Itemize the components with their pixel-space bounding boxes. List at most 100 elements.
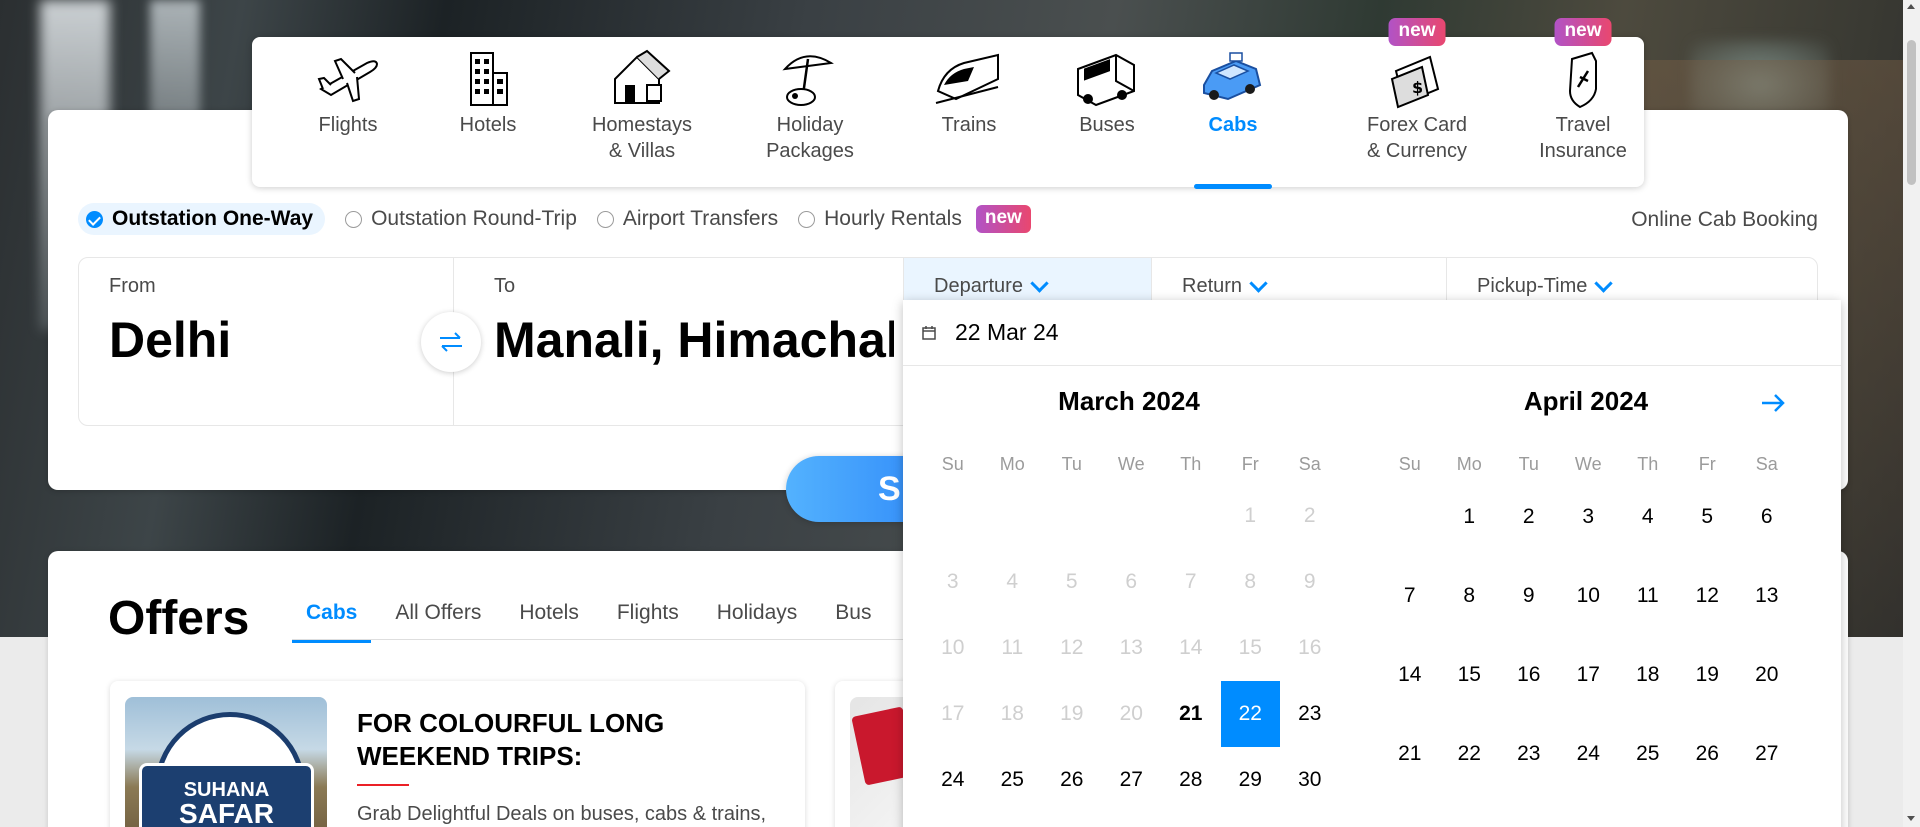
calendar-day[interactable]: 12 [1678, 556, 1738, 635]
offer-title: FOR COLOURFUL LONG WEEKEND TRIPS: [357, 708, 665, 771]
calendar-day-selected[interactable]: 22 [1220, 681, 1280, 747]
calendar-month: March 2024 Su Mo Tu We Th Fr Sa 12345678… [923, 386, 1335, 813]
calendar-day[interactable]: 21 [1161, 681, 1221, 747]
calendar-day[interactable]: 23 [1280, 681, 1340, 747]
calendar-day[interactable]: 11 [1618, 556, 1678, 635]
cab-icon [1203, 52, 1262, 101]
calendar-day[interactable]: 19 [1678, 635, 1738, 714]
calendar-day[interactable]: 4 [1618, 477, 1678, 556]
date-input[interactable]: 22 Mar 24 [903, 300, 1841, 366]
calendar-day[interactable]: 1 [1440, 477, 1500, 556]
departure-label: Departure [934, 275, 1023, 297]
nav-item-flights[interactable]: Flights [278, 37, 418, 187]
nav-item-trains[interactable]: Trains [894, 37, 1044, 187]
offer-image [850, 697, 910, 827]
from-value: Delhi [109, 312, 232, 368]
nav-item-homestays[interactable]: Homestays & Villas [558, 37, 726, 187]
calendar-day[interactable]: 13 [1737, 556, 1797, 635]
nav-item-holiday-packages[interactable]: Holiday Packages [726, 37, 894, 187]
calendar-day[interactable]: 14 [1380, 635, 1440, 714]
date-picker: 22 Mar 24 March 2024 Su Mo Tu We Th Fr S… [903, 300, 1841, 827]
offer-image-banner: SUHANA SAFAR [139, 763, 314, 827]
calendar-day[interactable]: 16 [1499, 635, 1559, 714]
offer-card[interactable]: SUHANA SAFAR FOR COLOURFUL LONG WEEKEND … [110, 681, 805, 827]
radio-icon[interactable] [798, 210, 816, 228]
calendar-day[interactable]: 2 [1499, 477, 1559, 556]
pickup-caption: Pickup-Time [1477, 274, 1614, 298]
weekday-label: Sa [1298, 454, 1321, 474]
calendar-day[interactable]: 9 [1499, 556, 1559, 635]
offer-tab-bus[interactable]: Bus [821, 601, 885, 643]
nav-item-hotels[interactable]: Hotels [418, 37, 558, 187]
radio-icon[interactable] [345, 210, 363, 228]
weekday-header: Su Mo Tu We Th Fr Sa [923, 454, 1335, 475]
calendar-day[interactable]: 28 [1161, 747, 1221, 813]
calendar-day[interactable]: 6 [1737, 477, 1797, 556]
calendar-day[interactable]: 30 [1280, 747, 1340, 813]
offer-tab-flights[interactable]: Flights [603, 601, 693, 643]
calendar-day[interactable]: 22 [1440, 714, 1500, 793]
calendar-day[interactable]: 27 [1102, 747, 1162, 813]
calendar-day[interactable]: 17 [1559, 635, 1619, 714]
radio-icon[interactable] [596, 210, 614, 228]
from-field[interactable]: From Delhi [79, 258, 454, 425]
calendar-day: 18 [1000, 702, 1024, 725]
calendar-day[interactable]: 21 [1380, 714, 1440, 793]
offer-tab-cabs[interactable]: Cabs [292, 601, 372, 643]
calendar-day[interactable]: 26 [1678, 714, 1738, 793]
calendar-day[interactable]: 29 [1221, 747, 1281, 813]
calendar-day[interactable]: 7 [1380, 556, 1440, 635]
new-badge: new [1554, 18, 1612, 46]
calendar-day[interactable]: 18 [1618, 635, 1678, 714]
scroll-down-arrow-icon[interactable] [1907, 816, 1915, 821]
offer-tab-holidays[interactable]: Holidays [703, 601, 812, 643]
return-field[interactable]: Return [1152, 258, 1447, 303]
trip-type-hourly-rentals[interactable]: Hourly Rentals [798, 207, 962, 231]
calendar-day[interactable]: 25 [1618, 714, 1678, 793]
trip-type-outstation-oneway[interactable]: Outstation One-Way [78, 203, 326, 235]
calendar-day[interactable]: 20 [1737, 635, 1797, 714]
calendar-day[interactable]: 25 [983, 747, 1043, 813]
radio-checked-icon[interactable] [86, 210, 103, 228]
offer-tab-all-offers[interactable]: All Offers [381, 601, 495, 643]
pickup-time-field[interactable]: Pickup-Time [1447, 258, 1817, 303]
offers-title: Offers [108, 592, 250, 645]
nav-item-cabs[interactable]: Cabs [1194, 37, 1272, 189]
calendar-empty-cell [1102, 483, 1162, 549]
calendar-month: April 2024 Su Mo Tu We Th Fr Sa 12345678… [1380, 386, 1792, 793]
nav-item-buses[interactable]: Buses [1044, 37, 1170, 187]
nav-item-forex[interactable]: new $ Forex Card & Currency [1342, 18, 1492, 187]
departure-field[interactable]: Departure [904, 258, 1152, 303]
calendar-day[interactable]: 24 [923, 747, 983, 813]
swap-arrows-icon [440, 332, 462, 352]
calendar-empty-cell [1161, 483, 1221, 549]
trip-type-selector: Outstation One-Way Outstation Round-Trip… [78, 203, 1031, 235]
return-caption: Return [1182, 274, 1268, 298]
calendar-day[interactable]: 5 [1678, 477, 1738, 556]
next-month-arrow-icon[interactable] [1758, 388, 1788, 418]
scroll-up-arrow-icon[interactable] [1907, 4, 1915, 9]
calendar-day: 17 [941, 702, 965, 725]
month-name: April 2024 [1523, 386, 1649, 416]
nav-item-insurance[interactable]: new Travel Insurance [1508, 18, 1658, 187]
calendar-day[interactable]: 23 [1499, 714, 1559, 793]
trip-type-airport-transfers[interactable]: Airport Transfers [596, 207, 778, 231]
calendar-day[interactable]: 15 [1440, 635, 1500, 714]
calendar-day[interactable]: 8 [1440, 556, 1500, 635]
scrollbar-thumb[interactable] [1907, 40, 1916, 185]
calendar-day[interactable]: 26 [1042, 747, 1102, 813]
calendar-day[interactable]: 3 [1559, 477, 1619, 556]
trip-type-label: Outstation One-Way [112, 207, 314, 230]
offer-title-rule [357, 784, 409, 786]
calendar-empty-cell [983, 483, 1043, 549]
weekday-label: Th [1637, 454, 1659, 474]
calendar-day[interactable]: 27 [1737, 714, 1797, 793]
calendar-day[interactable]: 10 [1559, 556, 1619, 635]
swap-button[interactable] [421, 312, 481, 372]
offer-tabs: Cabs All Offers Hotels Flights Holidays … [292, 601, 895, 643]
page-scrollbar[interactable] [1903, 0, 1920, 827]
to-field[interactable]: To Manali, Himachal Pradesh [454, 258, 904, 425]
calendar-day[interactable]: 24 [1559, 714, 1619, 793]
offer-tab-hotels[interactable]: Hotels [505, 601, 593, 643]
trip-type-outstation-roundtrip[interactable]: Outstation Round-Trip [345, 207, 577, 231]
